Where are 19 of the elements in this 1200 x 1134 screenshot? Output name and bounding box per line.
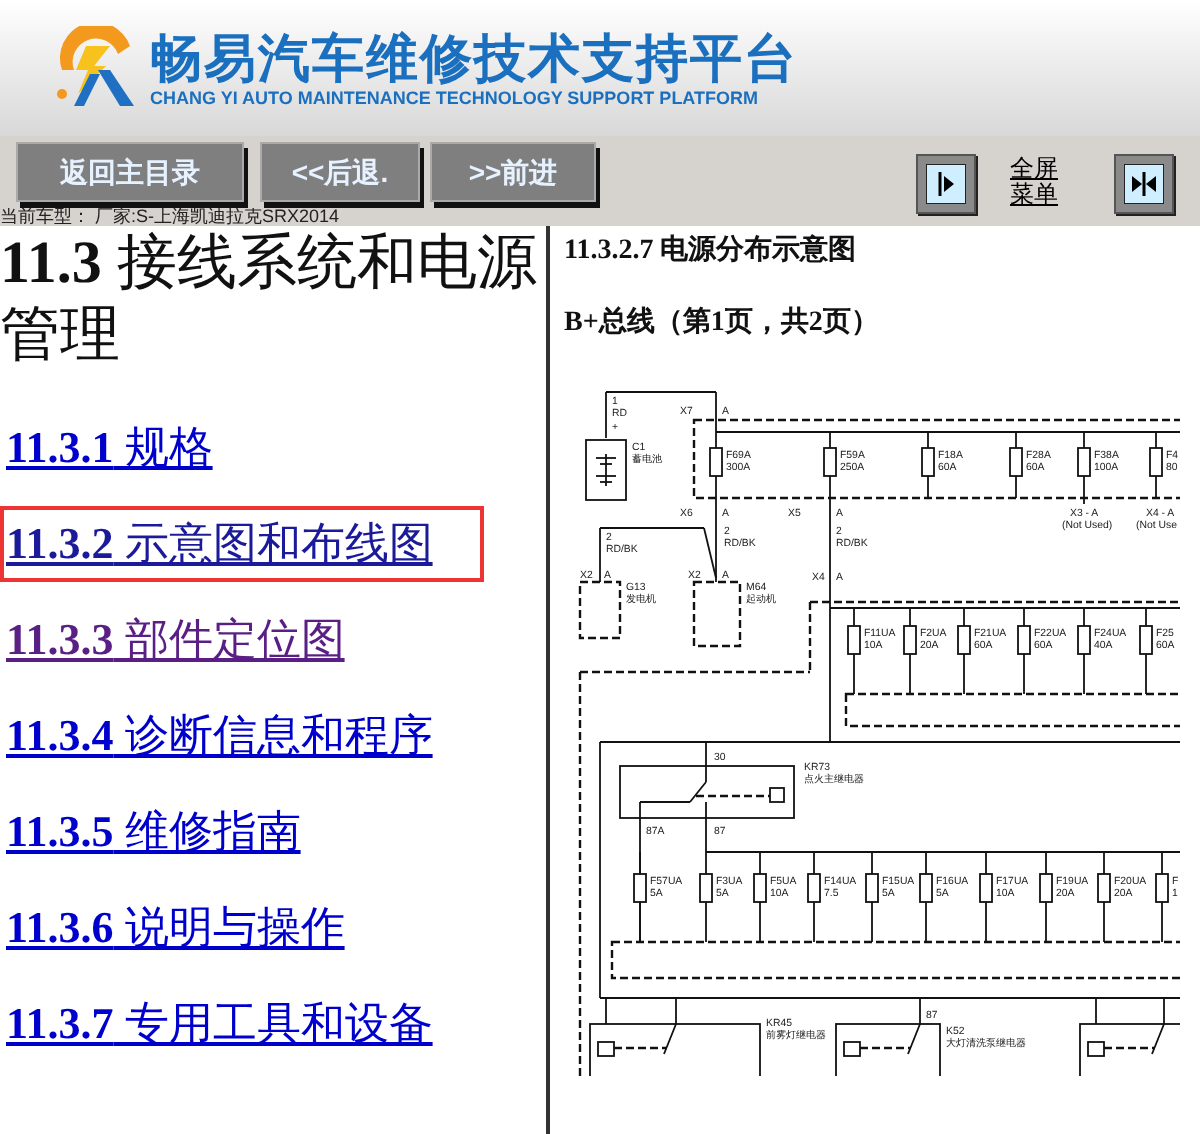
fullscreen-menu-link[interactable]: 全屏菜单 [1010, 156, 1066, 208]
nav-button[interactable]: <<后退. [260, 142, 420, 202]
nav-button[interactable]: >>前进 [430, 142, 596, 202]
site-subtitle: CHANG YI AUTO MAINTENANCE TECHNOLOGY SUPPORT PLATFORM [150, 87, 761, 109]
diagram-heading: 11.3.2.7 电源分布示意图 [564, 234, 859, 270]
toc-link[interactable]: 11.3.6 说明与操作 [0, 896, 351, 960]
toc-link[interactable]: 11.3.3 部件定位图 [0, 608, 351, 672]
toc-link[interactable]: 11.3.4 诊断信息和程序 [0, 704, 439, 768]
collapse-panel-icon[interactable] [916, 154, 976, 214]
split-panel-icon[interactable] [1114, 154, 1174, 214]
toc-link[interactable]: 11.3.2 示意图和布线图 [0, 506, 485, 582]
toc-link[interactable]: 11.3.5 维修指南 [0, 800, 307, 864]
section-title: 11.3 接线系统和电源管理 [0, 228, 539, 372]
diagram-subtitle: B+总线（第1页，共2页） [564, 306, 881, 342]
vehicle-model-text: 当前车型： 厂家:S-上海凯迪拉克SRX2014 [0, 206, 340, 226]
site-title: 畅易汽车维修技术支持平台 [150, 27, 798, 87]
toc-link[interactable]: 11.3.7 专用工具和设备 [0, 992, 439, 1056]
toc-link[interactable]: 11.3.1 规格 [0, 416, 219, 480]
nav-button[interactable]: 返回主目录 [16, 142, 244, 202]
